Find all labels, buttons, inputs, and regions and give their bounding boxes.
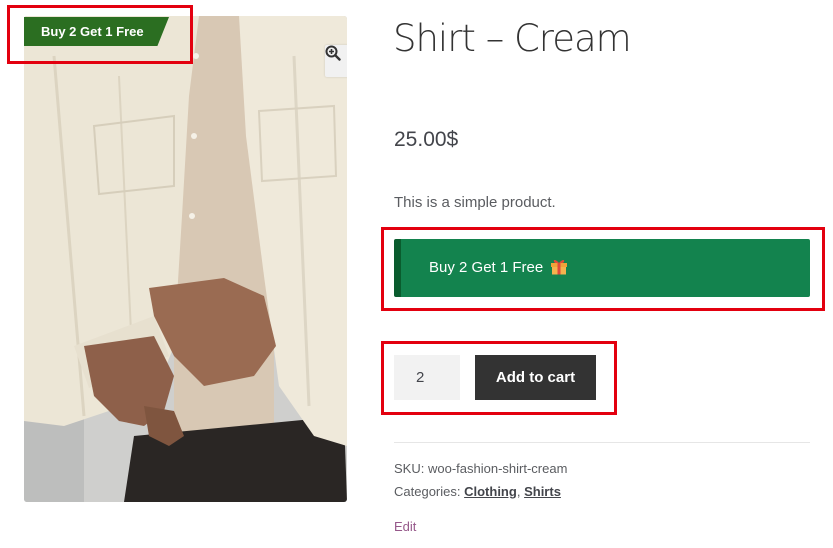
category-separator: , [516,484,521,499]
offer-banner-label: Buy 2 Get 1 Free [429,259,544,276]
add-to-cart-button[interactable]: Add to cart [475,355,596,400]
zoom-button[interactable] [325,45,347,77]
product-short-description: This is a simple product. [394,194,556,211]
edit-link[interactable]: Edit [394,519,416,534]
gift-icon [550,242,568,300]
category-link-shirts[interactable]: Shirts [524,484,561,499]
offer-badge: Buy 2 Get 1 Free [24,17,169,46]
product-title: Shirt – Cream [393,17,632,60]
product-price: 25.00$ [394,128,459,151]
category-link-clothing[interactable]: Clothing [464,484,517,499]
categories-label: Categories: [394,484,461,499]
offer-banner[interactable]: Buy 2 Get 1 Free [394,239,810,297]
sku-value: woo-fashion-shirt-cream [427,461,568,476]
quantity-input[interactable] [394,355,460,400]
product-image[interactable] [24,16,347,502]
sku-line: SKU: woo-fashion-shirt-cream [394,461,567,476]
divider [394,442,810,443]
product-photo [24,16,347,502]
sku-label: SKU: [394,461,425,476]
categories-line: Categories: Clothing, Shirts [394,484,561,499]
